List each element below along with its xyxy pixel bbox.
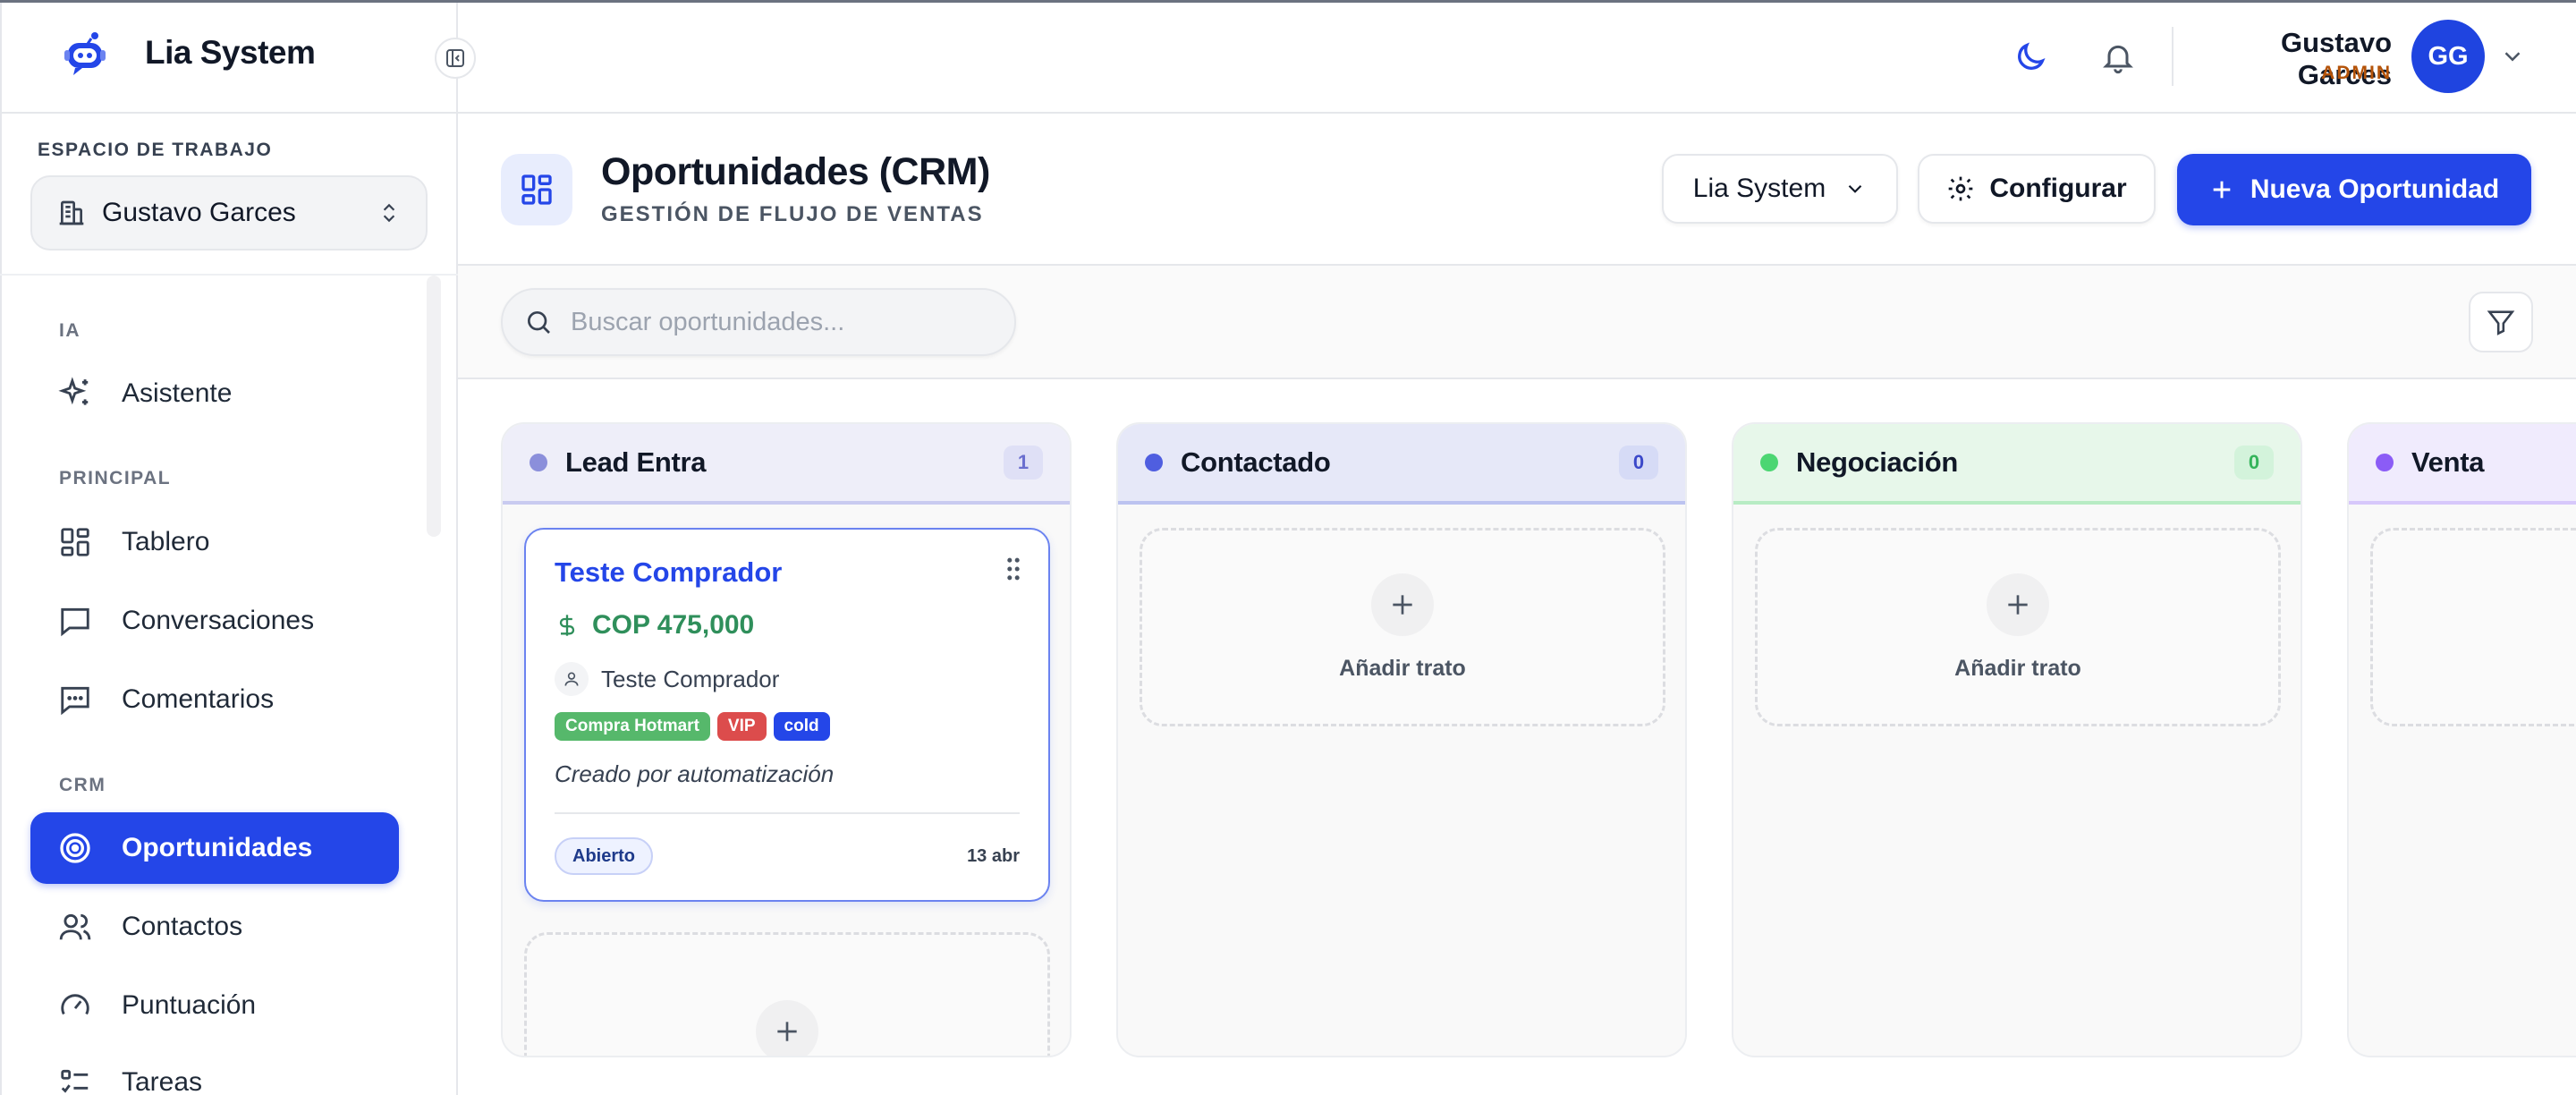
column-header: Contactado 0 (1118, 424, 1685, 505)
sidebar-scrollbar[interactable] (427, 276, 441, 537)
user-menu-chevron[interactable] (2499, 43, 2526, 70)
deal-date: 13 abr (967, 846, 1020, 866)
plus-icon (1371, 573, 1434, 636)
sparkles-icon (57, 376, 93, 412)
column-count: 0 (1619, 446, 1658, 480)
target-icon (57, 830, 93, 866)
gear-icon (1948, 176, 1973, 201)
column-title: Contactado (1181, 446, 1331, 478)
user-icon (555, 662, 589, 696)
search-icon (528, 311, 550, 334)
dollar-icon (559, 615, 575, 636)
avatar[interactable]: GG (2411, 20, 2485, 93)
chevron-down-icon (2504, 52, 2521, 62)
workspace-value: Gustavo Garces (102, 198, 296, 227)
pipeline-column: Contactado 0 Añadir trato (1116, 422, 1687, 1057)
drag-handle-icon[interactable] (1005, 556, 1021, 581)
search-input[interactable] (571, 307, 982, 337)
section-label-crm: CRM (59, 775, 106, 795)
user-role: ADMIN (2321, 63, 2392, 83)
add-deal-dropzone[interactable]: Añadir trato (1140, 528, 1665, 726)
gauge-icon (57, 988, 93, 1023)
chevrons-up-down-icon (383, 203, 395, 223)
chat-icon (57, 603, 93, 639)
add-deal-dropzone[interactable] (2370, 528, 2576, 726)
deal-title[interactable]: Teste Comprador (555, 556, 782, 589)
sidebar-item-tablero[interactable]: Tablero (30, 506, 399, 578)
plus-icon (2213, 181, 2231, 199)
plus-icon (1987, 573, 2049, 636)
app-title: Lia System (145, 34, 316, 71)
sidebar-item-puntuacion[interactable]: Puntuación (30, 970, 399, 1041)
configure-button[interactable]: Configurar (1918, 154, 2156, 224)
moon-icon (2018, 42, 2046, 70)
sidebar-divider (0, 112, 458, 114)
status-badge: Abierto (555, 837, 653, 875)
comment-dots-icon (57, 682, 93, 717)
sidebar-item-conversaciones[interactable]: Conversaciones (30, 585, 399, 657)
deal-tags: Compra Hotmart VIP cold (555, 712, 830, 741)
pipeline-select[interactable]: Lia System (1662, 154, 1898, 224)
page-subtitle: GESTIÓN DE FLUJO DE VENTAS (601, 202, 984, 226)
sidebar-item-asistente[interactable]: Asistente (30, 358, 399, 429)
add-deal-dropzone[interactable]: Añadir trato (1755, 528, 2281, 726)
deal-card[interactable]: Teste Comprador COP 475,000 Teste Compra… (524, 528, 1050, 902)
chevron-down-icon (1848, 184, 1862, 193)
column-count: 1 (1004, 446, 1043, 480)
column-title: Lead Entra (565, 446, 707, 478)
sidebar-item-contactos[interactable]: Contactos (30, 891, 399, 963)
column-header: Negociación 0 (1733, 424, 2301, 505)
sidebar-item-oportunidades[interactable]: Oportunidades (30, 812, 399, 884)
column-header: Lead Entra 1 (503, 424, 1070, 505)
workspace-label: ESPACIO DE TRABAJO (38, 140, 273, 160)
column-title: Negociación (1796, 446, 1959, 478)
workspace-select[interactable]: Gustavo Garces (30, 175, 428, 250)
sidebar-collapse-icon (446, 49, 464, 67)
sidebar-item-tareas[interactable]: Tareas (30, 1047, 399, 1095)
bell-icon (2103, 45, 2133, 74)
stage-dot (530, 454, 547, 471)
filter-button[interactable] (2469, 292, 2533, 352)
deal-note: Creado por automatización (555, 760, 835, 787)
card-divider (555, 812, 1020, 814)
add-deal-dropzone[interactable] (524, 932, 1050, 1056)
sidebar-item-comentarios[interactable]: Comentarios (30, 664, 399, 735)
plus-icon (756, 1000, 818, 1056)
dashboard-icon (521, 174, 552, 205)
pipeline-column: Venta (2347, 422, 2576, 1057)
deal-contact: Teste Comprador (555, 662, 779, 696)
dark-mode-toggle[interactable] (2005, 32, 2055, 82)
stage-dot (2376, 454, 2394, 471)
tag: Compra Hotmart (555, 712, 710, 741)
pipeline-column: Negociación 0 Añadir trato (1732, 422, 2302, 1057)
page-title: Oportunidades (CRM) (601, 150, 990, 193)
column-count: 0 (2234, 446, 2274, 480)
add-deal-label: Añadir trato (1339, 655, 1466, 681)
header-divider (2172, 27, 2174, 86)
section-label-principal: PRINCIPAL (59, 468, 172, 488)
collapse-sidebar-button[interactable] (435, 38, 476, 79)
new-opportunity-button[interactable]: Nueva Oportunidad (2177, 154, 2531, 225)
notifications-button[interactable] (2093, 32, 2143, 82)
robot-logo-icon (61, 30, 109, 79)
stage-dot (1145, 454, 1163, 471)
dashboard-icon (57, 524, 93, 560)
tag: VIP (716, 712, 767, 741)
deal-amount: COP 475,000 (555, 610, 754, 641)
column-title: Venta (2411, 446, 2485, 478)
building-icon (59, 200, 84, 225)
filter-icon (2487, 310, 2515, 335)
tasks-icon (57, 1065, 93, 1095)
users-icon (57, 909, 93, 945)
stage-dot (1760, 454, 1778, 471)
add-deal-label: Añadir trato (1954, 655, 2081, 681)
section-label-ia: IA (59, 320, 80, 341)
pipeline-column: Lead Entra 1 Teste Comprador COP 475,000… (501, 422, 1072, 1057)
tag: cold (773, 712, 830, 741)
column-header: Venta (2349, 424, 2576, 505)
page-icon (501, 154, 572, 225)
sidebar-divider (0, 274, 458, 276)
search-box[interactable] (501, 288, 1016, 356)
